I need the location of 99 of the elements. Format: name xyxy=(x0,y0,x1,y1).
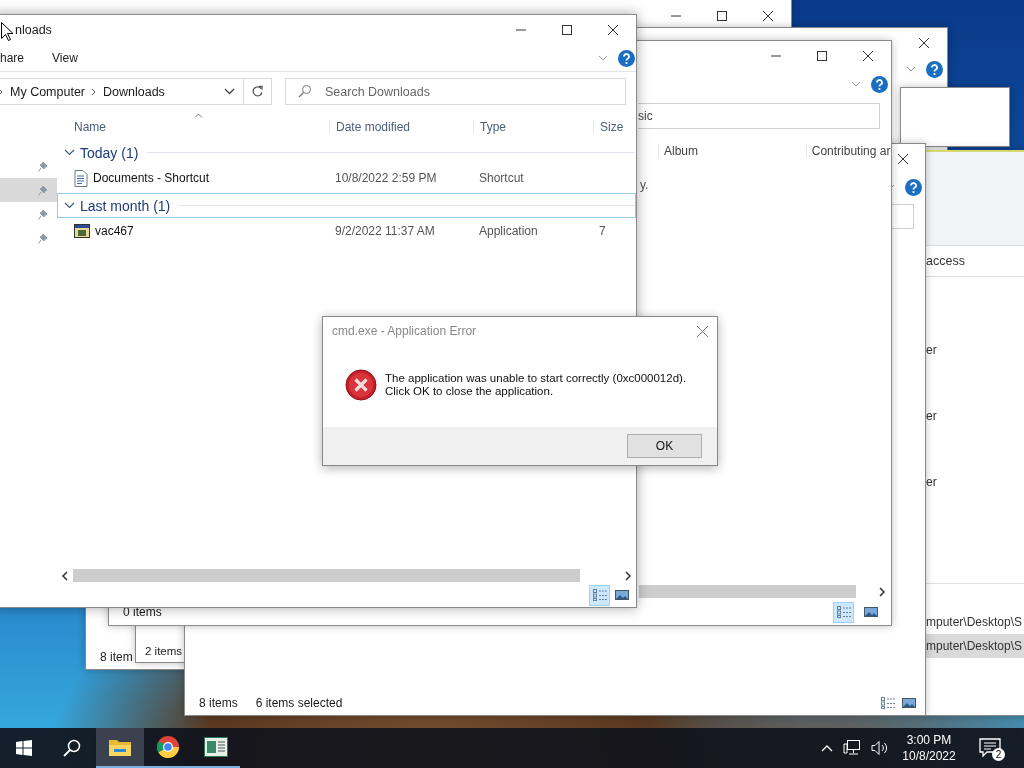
table-cell-text: Shortcut xyxy=(478,171,524,185)
column-header[interactable]: Type xyxy=(473,120,593,134)
list-item[interactable]: er xyxy=(926,343,937,357)
document-icon xyxy=(74,169,88,187)
column-header[interactable]: Name xyxy=(57,120,329,134)
windows-logo-icon xyxy=(16,740,32,756)
chevron-right-icon xyxy=(0,87,4,96)
browser-icon xyxy=(156,735,180,759)
maximize-icon xyxy=(817,51,827,61)
chevron-right-icon xyxy=(91,87,98,96)
window-icon xyxy=(204,737,228,757)
close-icon xyxy=(919,38,929,48)
table-cell-text: Application xyxy=(478,224,538,238)
help-icon[interactable] xyxy=(871,75,888,93)
chevron-down-icon[interactable] xyxy=(598,55,608,61)
refresh-button[interactable] xyxy=(243,78,272,105)
group-header[interactable]: Last month (1) xyxy=(57,193,636,218)
path-row[interactable]: mputer\Desktop\S xyxy=(925,634,1024,658)
refresh-icon xyxy=(251,85,264,98)
picture-icon xyxy=(900,696,917,710)
error-message: Click OK to close the application. xyxy=(385,385,555,398)
application-icon xyxy=(74,223,90,239)
details-view-icon xyxy=(835,605,852,619)
ribbon-tab[interactable]: hare xyxy=(0,51,25,65)
pin-icon[interactable] xyxy=(38,232,48,244)
window-title: nloads xyxy=(15,23,52,37)
path-row[interactable]: mputer\Desktop\S xyxy=(925,610,1024,634)
close-icon xyxy=(863,51,873,61)
network-icon[interactable] xyxy=(843,740,861,756)
status-text: 8 item xyxy=(100,650,133,664)
maximize-icon xyxy=(562,25,572,35)
column-header[interactable]: Size xyxy=(593,120,636,134)
scrollbar-thumb[interactable] xyxy=(73,569,580,582)
help-icon[interactable] xyxy=(905,178,922,196)
clock-date: 10/8/2022 xyxy=(902,748,956,764)
column-header[interactable]: Album xyxy=(658,144,806,158)
nav-item[interactable]: access xyxy=(926,254,965,268)
address-bar[interactable]: My Computer Downloads xyxy=(0,78,243,105)
notification-count-badge: 2 xyxy=(992,748,1005,761)
chevron-down-icon[interactable] xyxy=(851,81,861,87)
chevron-up-icon[interactable] xyxy=(821,744,833,752)
details-view-button[interactable] xyxy=(833,601,854,623)
dialog-title: cmd.exe - Application Error xyxy=(332,324,477,338)
close-icon xyxy=(608,25,618,35)
dropdown-icon[interactable] xyxy=(224,88,235,95)
table-cell-text: 7 xyxy=(598,224,606,238)
breadcrumb-item[interactable]: Downloads xyxy=(103,84,165,99)
pin-icon[interactable] xyxy=(38,160,48,172)
group-header[interactable]: Today (1) xyxy=(57,140,636,165)
search-field[interactable]: sic xyxy=(638,103,880,129)
chevron-icon xyxy=(64,149,75,156)
list-item[interactable]: er xyxy=(926,409,937,423)
breadcrumb-item[interactable]: My Computer xyxy=(10,84,86,99)
status-text: 8 items xyxy=(199,696,238,710)
group-label: Today (1) xyxy=(80,144,139,161)
ribbon-tab[interactable]: View xyxy=(52,51,78,65)
picture-icon xyxy=(613,588,630,602)
clock-time: 3:00 PM xyxy=(906,732,952,748)
column-header[interactable]: Contributing ar xyxy=(805,144,891,158)
chevron-icon xyxy=(64,202,75,209)
details-view-icon xyxy=(879,696,896,710)
group-label: Last month (1) xyxy=(80,197,171,214)
search-icon xyxy=(298,84,312,98)
status-text: 2 items xyxy=(145,645,183,657)
notifications-button[interactable]: 2 xyxy=(968,728,1012,768)
sort-caret-icon xyxy=(194,113,203,118)
table-cell-text: 9/2/2022 11:37 AM xyxy=(334,224,435,238)
scroll-right-icon[interactable] xyxy=(878,586,886,597)
message-icon xyxy=(979,738,1001,758)
folder-icon xyxy=(108,737,132,757)
picture-icon xyxy=(862,605,879,619)
details-view-button[interactable] xyxy=(589,584,610,606)
table-cell: y. xyxy=(640,178,649,192)
help-icon[interactable] xyxy=(618,49,635,67)
help-icon[interactable] xyxy=(926,60,943,78)
search-icon xyxy=(63,739,81,757)
maximize-icon xyxy=(717,11,727,21)
ok-button[interactable]: OK xyxy=(627,434,702,458)
list-item[interactable]: er xyxy=(926,475,937,489)
scrollbar-thumb[interactable] xyxy=(639,585,856,598)
pin-icon[interactable] xyxy=(38,208,48,220)
speaker-icon[interactable] xyxy=(871,740,889,756)
scroll-left-icon[interactable] xyxy=(61,570,69,581)
close-icon xyxy=(898,154,908,164)
folder-app-button[interactable] xyxy=(96,728,144,768)
column-header[interactable]: Date modified xyxy=(329,120,473,134)
scroll-right-icon[interactable] xyxy=(624,570,632,581)
search-field[interactable]: Search Downloads xyxy=(285,78,626,105)
table-cell-text: 10/8/2022 2:59 PM xyxy=(334,171,437,185)
error-message: The application was unable to start correctly (0xc000012d). xyxy=(385,372,687,385)
clock[interactable]: 3:00 PM 10/8/2022 xyxy=(898,732,960,764)
file-name[interactable]: vac467 xyxy=(95,224,134,238)
close-icon xyxy=(763,11,773,21)
close-icon xyxy=(696,325,708,337)
details-view-icon xyxy=(591,588,608,602)
file-name[interactable]: Documents - Shortcut xyxy=(93,171,210,185)
status-text: 6 items selected xyxy=(255,696,343,710)
chevron-down-icon[interactable] xyxy=(906,66,916,72)
error-icon xyxy=(345,369,377,401)
